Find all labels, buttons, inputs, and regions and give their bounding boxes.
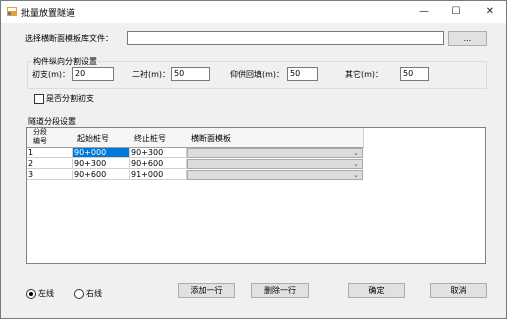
table-row-1-start[interactable]: 90+000: [73, 148, 130, 158]
table-row-3-template-dropdown[interactable]: ⌄: [187, 170, 363, 180]
invert-fill-label: 仰供回填(m)：: [230, 70, 285, 79]
table-row-2-no[interactable]: 2: [27, 159, 73, 169]
table-row-3-end[interactable]: 91+000: [130, 170, 187, 180]
table-row-1-template-dropdown[interactable]: ⌄: [187, 148, 363, 158]
right-line-label: 右线: [86, 289, 102, 298]
table-row-1-no[interactable]: 1: [27, 148, 73, 158]
ok-button[interactable]: 确定: [348, 283, 405, 298]
template-file-label: 选择横断面模板库文件：: [25, 34, 113, 43]
table-row-3-no[interactable]: 3: [27, 170, 73, 180]
column-header-start[interactable]: 起始桩号: [73, 128, 131, 148]
column-header-template[interactable]: 横断面模板: [187, 128, 364, 148]
app-icon: [7, 7, 17, 16]
segment-no-header-text: 分段编号: [33, 128, 47, 145]
table-row-3-start[interactable]: 90+600: [73, 170, 130, 180]
split-primary-checkbox[interactable]: [34, 94, 44, 104]
cancel-button[interactable]: 取消: [430, 283, 487, 298]
split-settings-title: 构件纵向分割设置: [32, 56, 98, 67]
right-line-radio[interactable]: [74, 289, 84, 299]
chevron-down-icon: ⌄: [353, 160, 359, 168]
column-header-end[interactable]: 终止桩号: [130, 128, 188, 148]
start-header-text: 起始桩号: [77, 134, 109, 143]
secondary-lining-label: 二衬(m)：: [132, 70, 171, 79]
tunnel-segment-title: 隧道分段设置: [28, 117, 76, 126]
add-row-button[interactable]: 添加一行: [178, 283, 235, 298]
dialog-window: 批量放置隧道 — ☐ ✕ 选择横断面模板库文件： ... 构件纵向分割设置 初支…: [0, 0, 507, 319]
segment-table[interactable]: 分段编号 起始桩号 终止桩号 横断面模板 1 90+000 90+300 ⌄ 2…: [26, 127, 486, 264]
other-label: 其它(m)：: [345, 70, 384, 79]
primary-support-input[interactable]: 20: [72, 67, 114, 81]
chevron-down-icon: ⌄: [353, 171, 359, 179]
template-header-text: 横断面模板: [191, 134, 231, 143]
close-button[interactable]: ✕: [475, 1, 505, 23]
table-row-2-end[interactable]: 90+600: [130, 159, 187, 169]
browse-button[interactable]: ...: [448, 31, 487, 46]
title-bar[interactable]: 批量放置隧道 — ☐ ✕: [1, 1, 506, 23]
window-title: 批量放置隧道: [21, 9, 76, 19]
table-row-1-end[interactable]: 90+300: [130, 148, 187, 158]
chevron-down-icon: ⌄: [353, 149, 359, 157]
table-row-2-start[interactable]: 90+300: [73, 159, 130, 169]
invert-fill-input[interactable]: 50: [287, 67, 318, 81]
left-line-label: 左线: [38, 289, 54, 298]
secondary-lining-input[interactable]: 50: [171, 67, 210, 81]
end-header-text: 终止桩号: [134, 134, 166, 143]
primary-support-label: 初支(m)：: [32, 70, 71, 79]
template-file-input[interactable]: [127, 31, 444, 45]
table-row-2-template-dropdown[interactable]: ⌄: [187, 159, 363, 169]
split-primary-checkbox-label: 是否分割初支: [46, 94, 94, 103]
minimize-button[interactable]: —: [409, 1, 439, 23]
delete-row-button[interactable]: 删除一行: [251, 283, 309, 298]
left-line-radio[interactable]: [26, 289, 36, 299]
maximize-button[interactable]: ☐: [441, 1, 471, 23]
column-header-segment-no[interactable]: 分段编号: [27, 128, 74, 148]
other-input[interactable]: 50: [400, 67, 429, 81]
